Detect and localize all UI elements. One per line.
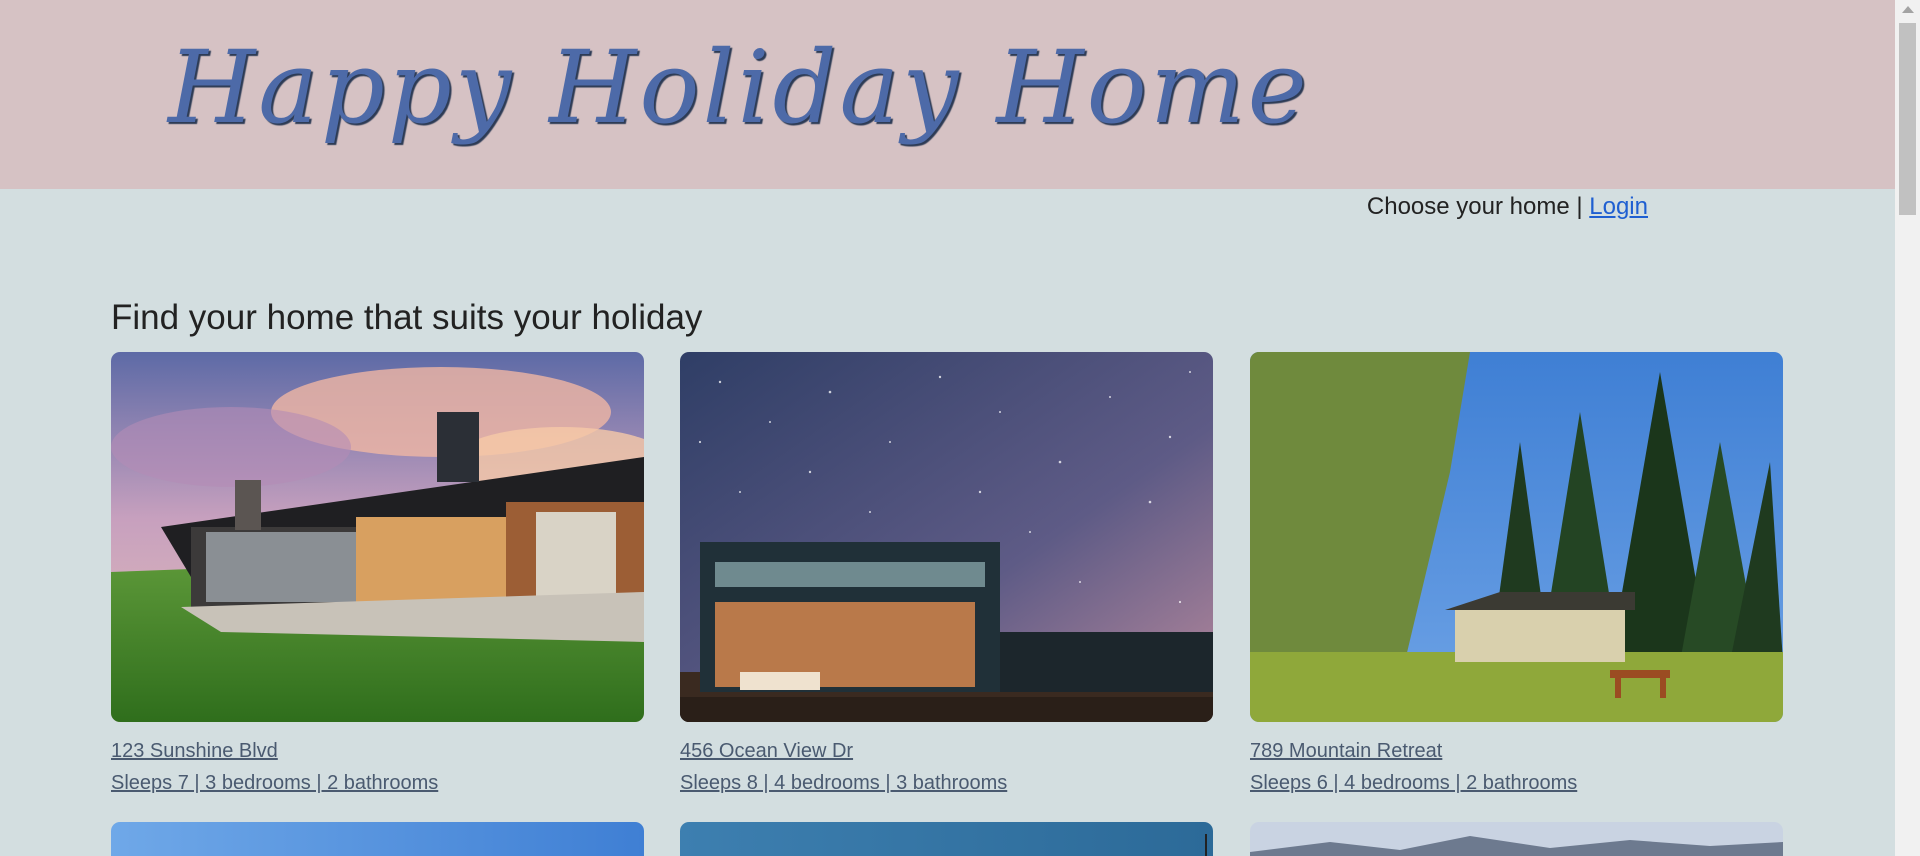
listing-address-link[interactable]: 456 Ocean View Dr — [680, 739, 1213, 763]
listing-details-link[interactable]: Sleeps 7 | 3 bedrooms | 2 bathrooms — [111, 771, 644, 795]
site-title: Happy Holiday Home — [168, 29, 1310, 146]
listing-photo-partial[interactable] — [111, 822, 644, 856]
nav-text: Choose your home | — [1366, 193, 1590, 220]
listing-photo-partial[interactable] — [680, 822, 1213, 856]
listing-card: 123 Sunshine Blvd Sleeps 7 | 3 bedrooms … — [111, 352, 644, 795]
listing-address-link[interactable]: 123 Sunshine Blvd — [111, 739, 644, 763]
scroll-up-arrow-icon[interactable] — [1902, 6, 1914, 13]
page-heading: Find your home that suits your holiday — [111, 298, 703, 337]
login-link[interactable]: Login — [1589, 193, 1648, 220]
listing-details-link[interactable]: Sleeps 6 | 4 bedrooms | 2 bathrooms — [1250, 771, 1783, 795]
page: Happy Holiday Home Choose your home | Lo… — [0, 0, 1895, 856]
scrollbar-thumb[interactable] — [1899, 23, 1916, 215]
listing-address-link[interactable]: 789 Mountain Retreat — [1250, 739, 1783, 763]
header-banner: Happy Holiday Home — [0, 0, 1895, 189]
listing-card: 456 Ocean View Dr Sleeps 8 | 4 bedrooms … — [680, 352, 1213, 795]
top-nav: Choose your home | Login — [1367, 193, 1648, 221]
vertical-scrollbar[interactable] — [1895, 0, 1920, 856]
listing-photo[interactable] — [1250, 352, 1783, 722]
listing-photo-partial[interactable] — [1250, 822, 1783, 856]
listing-photo[interactable] — [680, 352, 1213, 722]
listing-details-link[interactable]: Sleeps 8 | 4 bedrooms | 3 bathrooms — [680, 771, 1213, 795]
listing-photo[interactable] — [111, 352, 644, 722]
listing-card: 789 Mountain Retreat Sleeps 6 | 4 bedroo… — [1250, 352, 1783, 795]
